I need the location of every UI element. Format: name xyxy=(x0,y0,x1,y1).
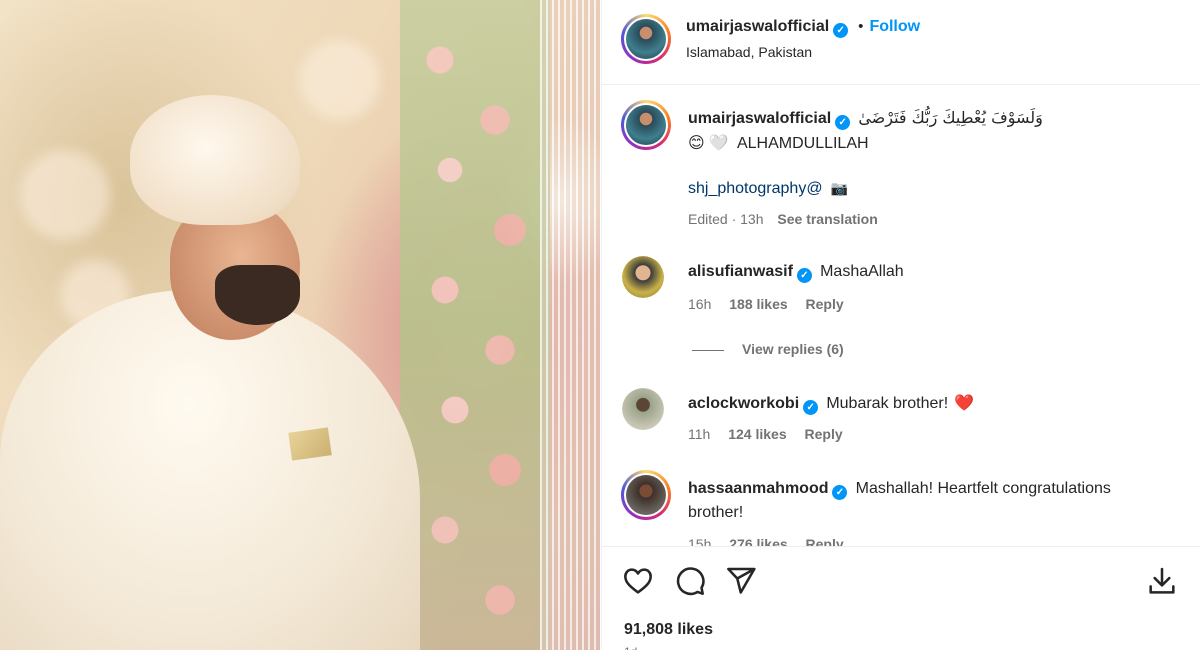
follow-button[interactable]: Follow xyxy=(869,18,920,35)
post-side-panel: umairjaswalofficial ✓ • Follow Islamabad, P… xyxy=(601,0,1200,650)
photo-sherwani xyxy=(0,290,420,650)
red-heart-icon: ❤️ xyxy=(954,393,975,412)
reply-button[interactable]: Reply xyxy=(806,296,844,312)
post-location[interactable]: Islamabad, Pakistan xyxy=(686,44,812,60)
avatar xyxy=(626,475,666,515)
share-icon[interactable] xyxy=(725,565,757,597)
comment-text: Mubarak brother! xyxy=(826,395,949,412)
comment-line: aclockworkobi ✓ Mubarak brother! ❤️ xyxy=(688,393,974,415)
caption-mention-line: shj_photography@ 📷 xyxy=(688,180,848,198)
view-replies-label: View replies (6) xyxy=(742,341,844,357)
photo-string-curtain xyxy=(540,0,600,650)
photo-bokeh xyxy=(20,150,110,240)
comment-username[interactable]: hassaanmahmood xyxy=(688,480,828,497)
author-username[interactable]: umairjaswalofficial xyxy=(686,18,829,35)
avatar xyxy=(622,388,664,430)
edited-timestamp: Edited · 13h xyxy=(688,211,764,227)
comment-time[interactable]: 15h xyxy=(688,536,711,546)
comment-likes[interactable]: 276 likes xyxy=(729,536,787,546)
comment-line: hassaanmahmood ✓ Mashallah! Heartfelt con… xyxy=(688,480,1111,500)
avatar xyxy=(622,256,664,298)
smile-emoji-icon: 😊 xyxy=(688,133,705,152)
mention-link[interactable]: shj_photography@ xyxy=(688,180,823,197)
photo-pocket-square xyxy=(288,427,332,461)
author-avatar[interactable] xyxy=(621,14,671,64)
comment-meta: 15h 276 likes Reply xyxy=(688,536,844,546)
reply-button[interactable]: Reply xyxy=(805,426,843,442)
comment-username[interactable]: aclockworkobi xyxy=(688,395,799,412)
comment-likes[interactable]: 188 likes xyxy=(729,296,787,312)
verified-badge-icon: ✓ xyxy=(803,400,819,415)
view-replies-button[interactable]: View replies (6) xyxy=(692,341,844,357)
caption-avatar-image xyxy=(626,105,666,145)
verified-badge-icon: ✓ xyxy=(796,268,812,283)
comment-meta: 16h 188 likes Reply xyxy=(688,296,844,312)
download-icon[interactable] xyxy=(1146,565,1178,597)
verified-badge-icon: ✓ xyxy=(835,115,851,130)
post-actions: 91,808 likes 1d xyxy=(602,546,1200,650)
comment-line: alisufianwasif ✓ MashaAllah xyxy=(688,263,904,283)
caption-line-1: umairjaswalofficial ✓ وَلَسَوْفَ يُعْطِيك… xyxy=(688,108,1043,130)
post-photo[interactable] xyxy=(0,0,600,650)
separator-dot: • xyxy=(858,18,864,35)
camera-icon: 📷 xyxy=(830,181,849,197)
caption-meta: Edited · 13h See translation xyxy=(688,211,878,227)
comments-list[interactable]: umairjaswalofficial ✓ وَلَسَوْفَ يُعْطِيك… xyxy=(602,86,1200,546)
photo-flower-wall xyxy=(400,0,550,650)
verified-badge-icon: ✓ xyxy=(832,485,848,500)
comment-avatar[interactable] xyxy=(621,470,671,520)
photo-bokeh xyxy=(300,40,380,120)
photo-turban xyxy=(130,95,300,225)
heart-icon[interactable] xyxy=(622,565,654,597)
comment-text: Mashallah! Heartfelt congratulations xyxy=(855,480,1111,497)
caption-line-2: 😊 🤍 ALHAMDULLILAH xyxy=(688,133,869,153)
comment-time[interactable]: 16h xyxy=(688,296,711,312)
photo-beard xyxy=(215,265,300,325)
comment-username[interactable]: alisufianwasif xyxy=(688,263,793,280)
caption-avatar[interactable] xyxy=(621,100,671,150)
likes-count[interactable]: 91,808 likes xyxy=(624,621,713,639)
see-translation-link[interactable]: See translation xyxy=(777,211,877,227)
white-heart-icon: 🤍 xyxy=(708,133,729,152)
comment-meta: 11h 124 likes Reply xyxy=(688,426,843,442)
comment-icon[interactable] xyxy=(674,565,706,597)
post-timestamp[interactable]: 1d xyxy=(624,645,637,650)
caption-arabic-text: وَلَسَوْفَ يُعْطِيكَ رَبُّكَ فَتَرْضَىٰ xyxy=(858,108,1043,127)
comment-text: MashaAllah xyxy=(820,263,904,280)
caption-username[interactable]: umairjaswalofficial xyxy=(688,110,831,127)
post-header: umairjaswalofficial ✓ • Follow Islamabad, P… xyxy=(602,0,1200,85)
comment-likes[interactable]: 124 likes xyxy=(728,426,786,442)
caption-alhamdullilah: ALHAMDULLILAH xyxy=(736,135,869,152)
view-replies-line xyxy=(692,349,724,351)
comment-text-continued: brother! xyxy=(688,504,744,521)
comment-avatar[interactable] xyxy=(622,256,664,298)
author-avatar-image xyxy=(626,19,666,59)
comment-avatar[interactable] xyxy=(622,388,664,430)
verified-badge-icon: ✓ xyxy=(833,23,849,38)
reply-button[interactable]: Reply xyxy=(806,536,844,546)
header-line: umairjaswalofficial ✓ • Follow xyxy=(686,18,920,38)
comment-time[interactable]: 11h xyxy=(688,426,710,442)
